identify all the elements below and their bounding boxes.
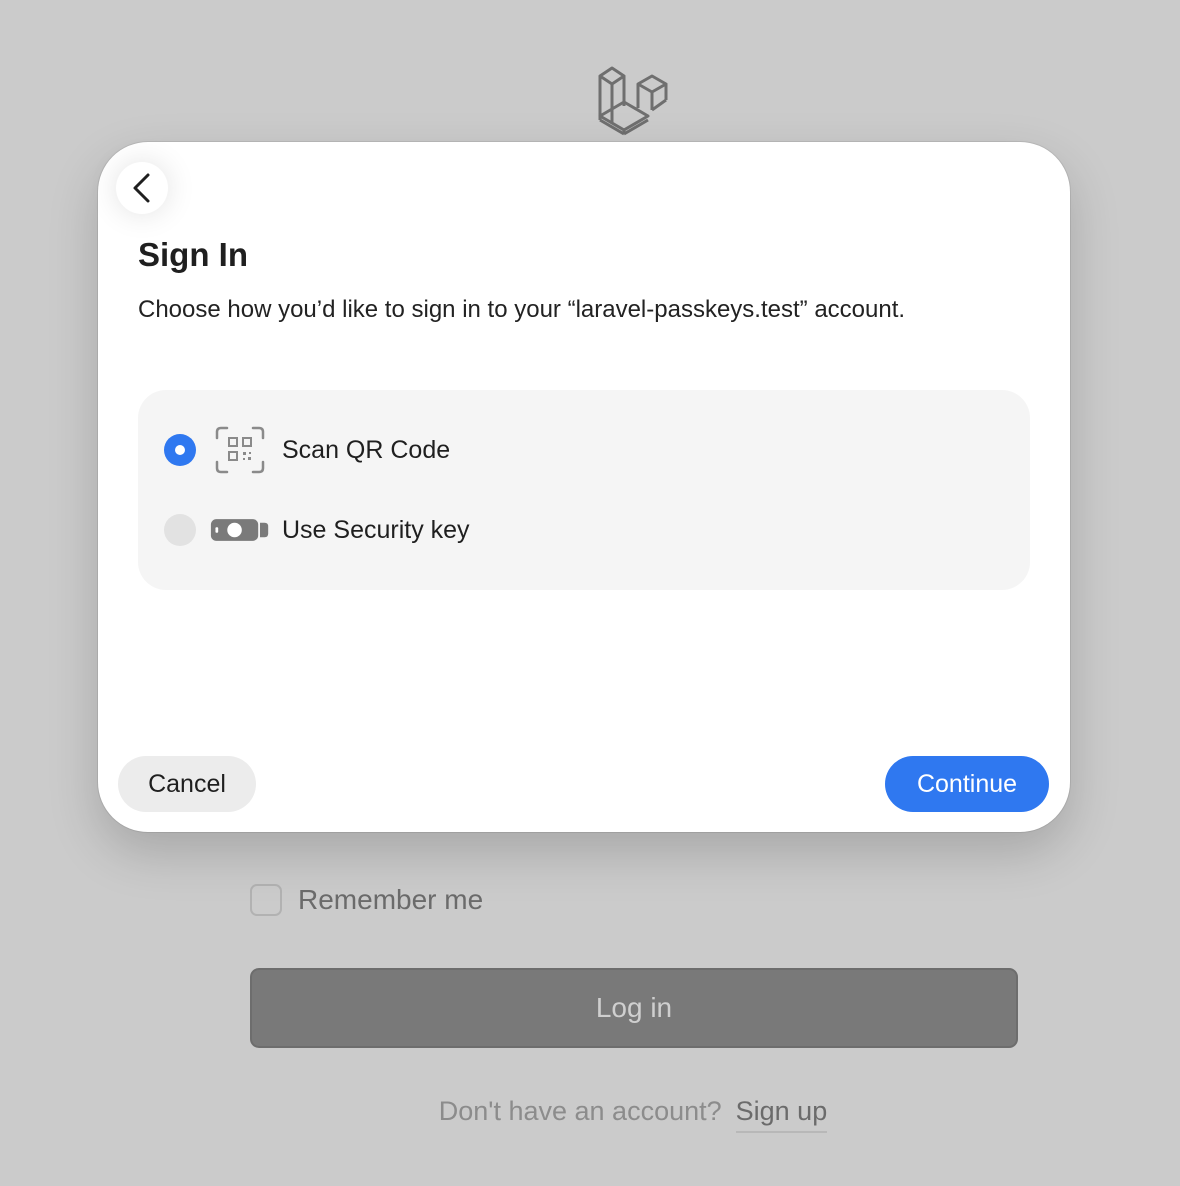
radio-security-key[interactable] xyxy=(164,514,196,546)
option-security-key[interactable]: Use Security key xyxy=(164,506,470,554)
qr-code-icon xyxy=(210,426,270,474)
sign-in-options: Scan QR Code Use Security key xyxy=(138,390,1030,590)
signup-link[interactable]: Sign up xyxy=(735,1096,828,1133)
sign-in-dialog: Sign In Choose how you’d like to sign in… xyxy=(98,142,1070,832)
dialog-subtitle: Choose how you’d like to sign in to your… xyxy=(138,296,906,323)
security-key-icon xyxy=(210,506,270,554)
radio-scan-qr-code[interactable] xyxy=(164,434,196,466)
remember-me-checkbox[interactable] xyxy=(250,884,282,916)
signup-prompt: Don't have an account? xyxy=(438,1096,722,1126)
cancel-button[interactable]: Cancel xyxy=(118,756,256,812)
option-label: Use Security key xyxy=(282,515,470,544)
laravel-logo-icon xyxy=(596,64,672,136)
signup-row: Don't have an account? Sign up xyxy=(0,1096,1180,1133)
option-scan-qr-code[interactable]: Scan QR Code xyxy=(164,426,450,474)
login-button[interactable]: Log in xyxy=(250,968,1018,1048)
back-button[interactable] xyxy=(116,162,168,214)
continue-button[interactable]: Continue xyxy=(885,756,1049,812)
option-label: Scan QR Code xyxy=(282,435,451,464)
remember-me-label: Remember me xyxy=(298,884,484,915)
chevron-left-icon xyxy=(133,173,150,203)
dialog-title: Sign In xyxy=(138,236,248,273)
remember-me-row[interactable]: Remember me xyxy=(250,884,483,916)
